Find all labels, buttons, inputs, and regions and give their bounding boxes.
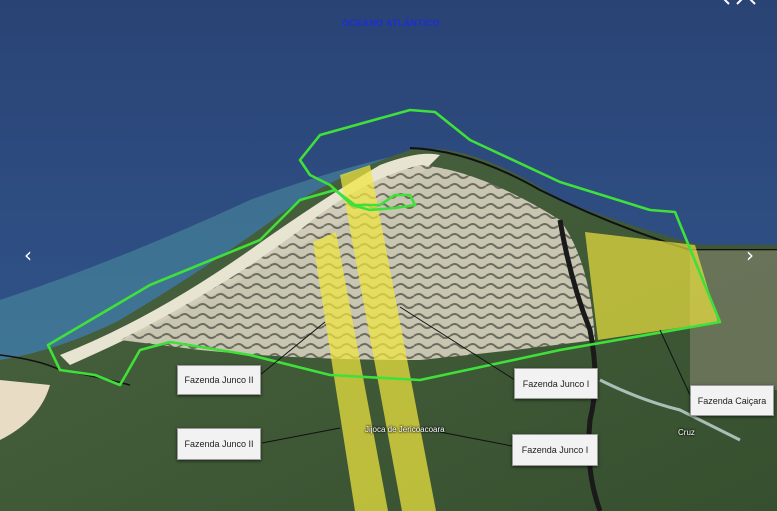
- place-label-jijoca: Jijoca de Jericoacoara: [365, 425, 445, 434]
- callout-fazenda-caicara[interactable]: Fazenda Caiçara: [690, 385, 774, 416]
- callout-fazenda-junco-i-lower[interactable]: Fazenda Junco I: [512, 434, 598, 466]
- ocean-label: OCEANO ATLÂNTICO: [342, 18, 440, 28]
- close-icon[interactable]: [719, 0, 759, 6]
- callout-fazenda-junco-ii-upper[interactable]: Fazenda Junco II: [177, 365, 261, 395]
- prev-arrow-icon[interactable]: ‹: [17, 244, 39, 266]
- callout-fazenda-junco-i-upper[interactable]: Fazenda Junco I: [514, 368, 598, 399]
- callout-fazenda-junco-ii-lower[interactable]: Fazenda Junco II: [177, 428, 261, 460]
- satellite-map: [0, 0, 777, 511]
- place-label-cruz: Cruz: [678, 428, 695, 437]
- next-arrow-icon[interactable]: ›: [739, 244, 761, 266]
